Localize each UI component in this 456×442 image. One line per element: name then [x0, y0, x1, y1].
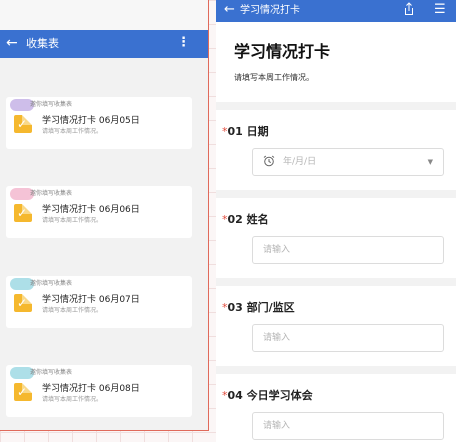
question-label: *03 部门/监区 [222, 301, 295, 314]
form-doc-icon: ✓ [14, 204, 32, 222]
more-vertical-icon[interactable]: ⋮ [177, 35, 190, 51]
invite-text: 邀你填写收集表 [30, 280, 73, 287]
input-placeholder: 请输入 [263, 333, 291, 343]
form-header-title: 学习情况打卡 [240, 5, 300, 16]
invite-text: 邀你填写收集表 [30, 190, 73, 197]
form-intro: 学习情况打卡 请填写本周工作情况。 [216, 22, 456, 102]
card-title: 学习情况打卡 06月07日 [42, 295, 140, 305]
card-subtitle: 请填写本周工作情况。 [42, 396, 103, 403]
menu-icon[interactable]: ☰ [434, 1, 446, 19]
question-name: *02 姓名 请输入 [216, 198, 456, 278]
question-date: *01 日期 年/月/日 ▼ [216, 110, 456, 190]
card-title: 学习情况打卡 06月08日 [42, 384, 140, 394]
question-study-notes: *04 今日学习体会 请输入 [216, 374, 456, 442]
chat-screen: ← 收集表 ⋮ 邀你填写收集表 ✓ 学习情况打卡 06月05日 请填写本周工作情… [0, 0, 209, 431]
form-header: ← 学习情况打卡 ☰ [216, 0, 456, 22]
question-label: *04 今日学习体会 [222, 389, 313, 402]
input-placeholder: 请输入 [263, 421, 291, 431]
alarm-clock-icon [263, 155, 275, 167]
back-arrow-icon[interactable]: ← [224, 1, 235, 19]
date-input[interactable]: 年/月/日 ▼ [252, 148, 444, 176]
chevron-down-icon: ▼ [427, 158, 433, 166]
question-department: *03 部门/监区 请输入 [216, 286, 456, 366]
card-title: 学习情况打卡 06月06日 [42, 205, 140, 215]
department-input[interactable]: 请输入 [252, 324, 444, 352]
form-description: 请填写本周工作情况。 [234, 73, 314, 82]
card-subtitle: 请填写本周工作情况。 [42, 307, 103, 314]
invite-text: 邀你填写收集表 [30, 101, 73, 108]
question-label: *01 日期 [222, 125, 269, 138]
message-card[interactable]: 邀你填写收集表 ✓ 学习情况打卡 06月05日 请填写本周工作情况。 [6, 97, 192, 149]
message-card[interactable]: 邀你填写收集表 ✓ 学习情况打卡 06月06日 请填写本周工作情况。 [6, 186, 192, 238]
card-title: 学习情况打卡 06月05日 [42, 116, 140, 126]
chat-title: 收集表 [26, 37, 59, 50]
invite-text: 邀你填写收集表 [30, 369, 73, 376]
share-icon[interactable] [404, 2, 414, 16]
name-input[interactable]: 请输入 [252, 236, 444, 264]
input-placeholder: 请输入 [263, 245, 291, 255]
form-screen: ← 学习情况打卡 ☰ 学习情况打卡 请填写本周工作情况。 *01 日期 年/月/… [216, 0, 456, 442]
form-doc-icon: ✓ [14, 383, 32, 401]
form-title: 学习情况打卡 [234, 42, 331, 61]
status-area [0, 0, 208, 30]
message-card[interactable]: 邀你填写收集表 ✓ 学习情况打卡 06月07日 请填写本周工作情况。 [6, 276, 192, 328]
date-placeholder: 年/月/日 [283, 157, 317, 167]
form-doc-icon: ✓ [14, 115, 32, 133]
card-subtitle: 请填写本周工作情况。 [42, 217, 103, 224]
card-subtitle: 请填写本周工作情况。 [42, 128, 103, 135]
form-doc-icon: ✓ [14, 294, 32, 312]
study-notes-input[interactable]: 请输入 [252, 412, 444, 440]
message-card[interactable]: 邀你填写收集表 ✓ 学习情况打卡 06月08日 请填写本周工作情况。 [6, 365, 192, 417]
chat-header: ← 收集表 ⋮ [0, 30, 208, 58]
back-arrow-icon[interactable]: ← [6, 34, 18, 52]
question-label: *02 姓名 [222, 213, 269, 226]
